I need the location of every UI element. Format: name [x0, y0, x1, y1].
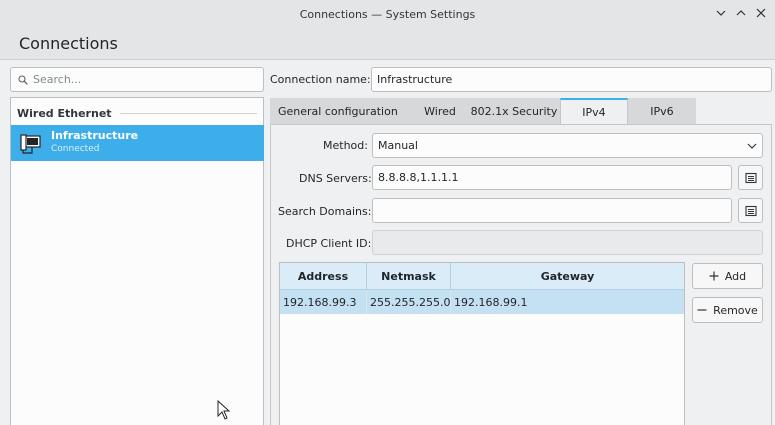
chevron-down-icon [716, 10, 726, 16]
maximize-button[interactable] [733, 5, 749, 21]
search-domains-field[interactable] [372, 198, 732, 223]
search-domains-edit-button[interactable] [738, 198, 763, 223]
address-table: Address Netmask Gateway 192.168.99.3 255… [279, 262, 685, 425]
minus-icon [697, 309, 707, 311]
minimize-button[interactable] [713, 5, 729, 21]
add-label: Add [724, 269, 747, 283]
add-address-button[interactable]: Add [692, 263, 763, 289]
tab-ipv6[interactable]: IPv6 [628, 98, 696, 125]
dhcp-client-id-input[interactable] [378, 236, 762, 249]
tab-bar: General configuration Wired 802.1x Secur… [270, 98, 696, 125]
column-header-gateway[interactable]: Gateway [451, 263, 684, 290]
remove-label: Remove [713, 303, 758, 317]
column-header-netmask[interactable]: Netmask [367, 263, 451, 290]
section-header: Wired Ethernet [17, 107, 257, 120]
tab-8021x-security[interactable]: 802.1x Security [468, 98, 560, 125]
chevron-down-icon [746, 140, 758, 155]
dns-servers-input[interactable] [378, 171, 731, 184]
connection-list: Wired Ethernet Infrastructure Connected [10, 97, 264, 425]
cell-netmask[interactable]: 255.255.255.0 [367, 290, 451, 314]
connection-name-input[interactable] [377, 73, 771, 86]
cell-address[interactable]: 192.168.99.3 [280, 290, 367, 314]
window-controls [713, 5, 769, 21]
search-icon [18, 74, 28, 85]
search-box[interactable] [10, 67, 264, 92]
search-domains-input[interactable] [378, 204, 731, 217]
table-row[interactable]: 192.168.99.3 255.255.255.0 192.168.99.1 [280, 290, 684, 314]
table-header: Address Netmask Gateway [280, 263, 684, 290]
close-icon [756, 8, 766, 18]
tab-general[interactable]: General configuration [270, 98, 412, 125]
chevron-up-icon [736, 10, 746, 16]
page-title: Connections [19, 34, 118, 53]
dhcp-client-id-label: DHCP Client ID: [286, 237, 372, 250]
page-header: Connections [0, 28, 775, 60]
network-wired-icon [20, 133, 42, 158]
connection-name-field[interactable] [371, 67, 772, 92]
list-edit-icon [744, 205, 757, 216]
remove-address-button[interactable]: Remove [692, 297, 763, 323]
tab-ipv4[interactable]: IPv4 [560, 98, 628, 125]
dns-edit-button[interactable] [738, 165, 763, 190]
search-domains-label: Search Domains: [278, 205, 372, 218]
connection-item-infrastructure[interactable]: Infrastructure Connected [11, 125, 264, 161]
section-label: Wired Ethernet [17, 107, 112, 120]
method-value: Manual [378, 139, 418, 152]
search-input[interactable] [33, 73, 243, 86]
connection-state: Connected [51, 144, 100, 154]
close-button[interactable] [753, 5, 769, 21]
column-header-address[interactable]: Address [280, 263, 367, 290]
tab-wired[interactable]: Wired [412, 98, 468, 125]
list-edit-icon [744, 172, 757, 183]
connection-name: Infrastructure [51, 129, 139, 142]
connection-name-label: Connection name: [270, 73, 371, 86]
method-select[interactable]: Manual [372, 133, 763, 158]
cell-gateway[interactable]: 192.168.99.1 [451, 290, 684, 314]
title-bar: Connections — System Settings [0, 0, 775, 28]
plus-icon [709, 271, 719, 281]
window-title: Connections — System Settings [299, 7, 476, 21]
method-label: Method: [323, 139, 368, 152]
dhcp-client-id-field[interactable] [372, 230, 763, 255]
dns-servers-label: DNS Servers: [299, 172, 372, 185]
mouse-cursor-icon [217, 399, 231, 423]
dns-servers-field[interactable] [372, 165, 732, 190]
section-divider [119, 113, 257, 114]
